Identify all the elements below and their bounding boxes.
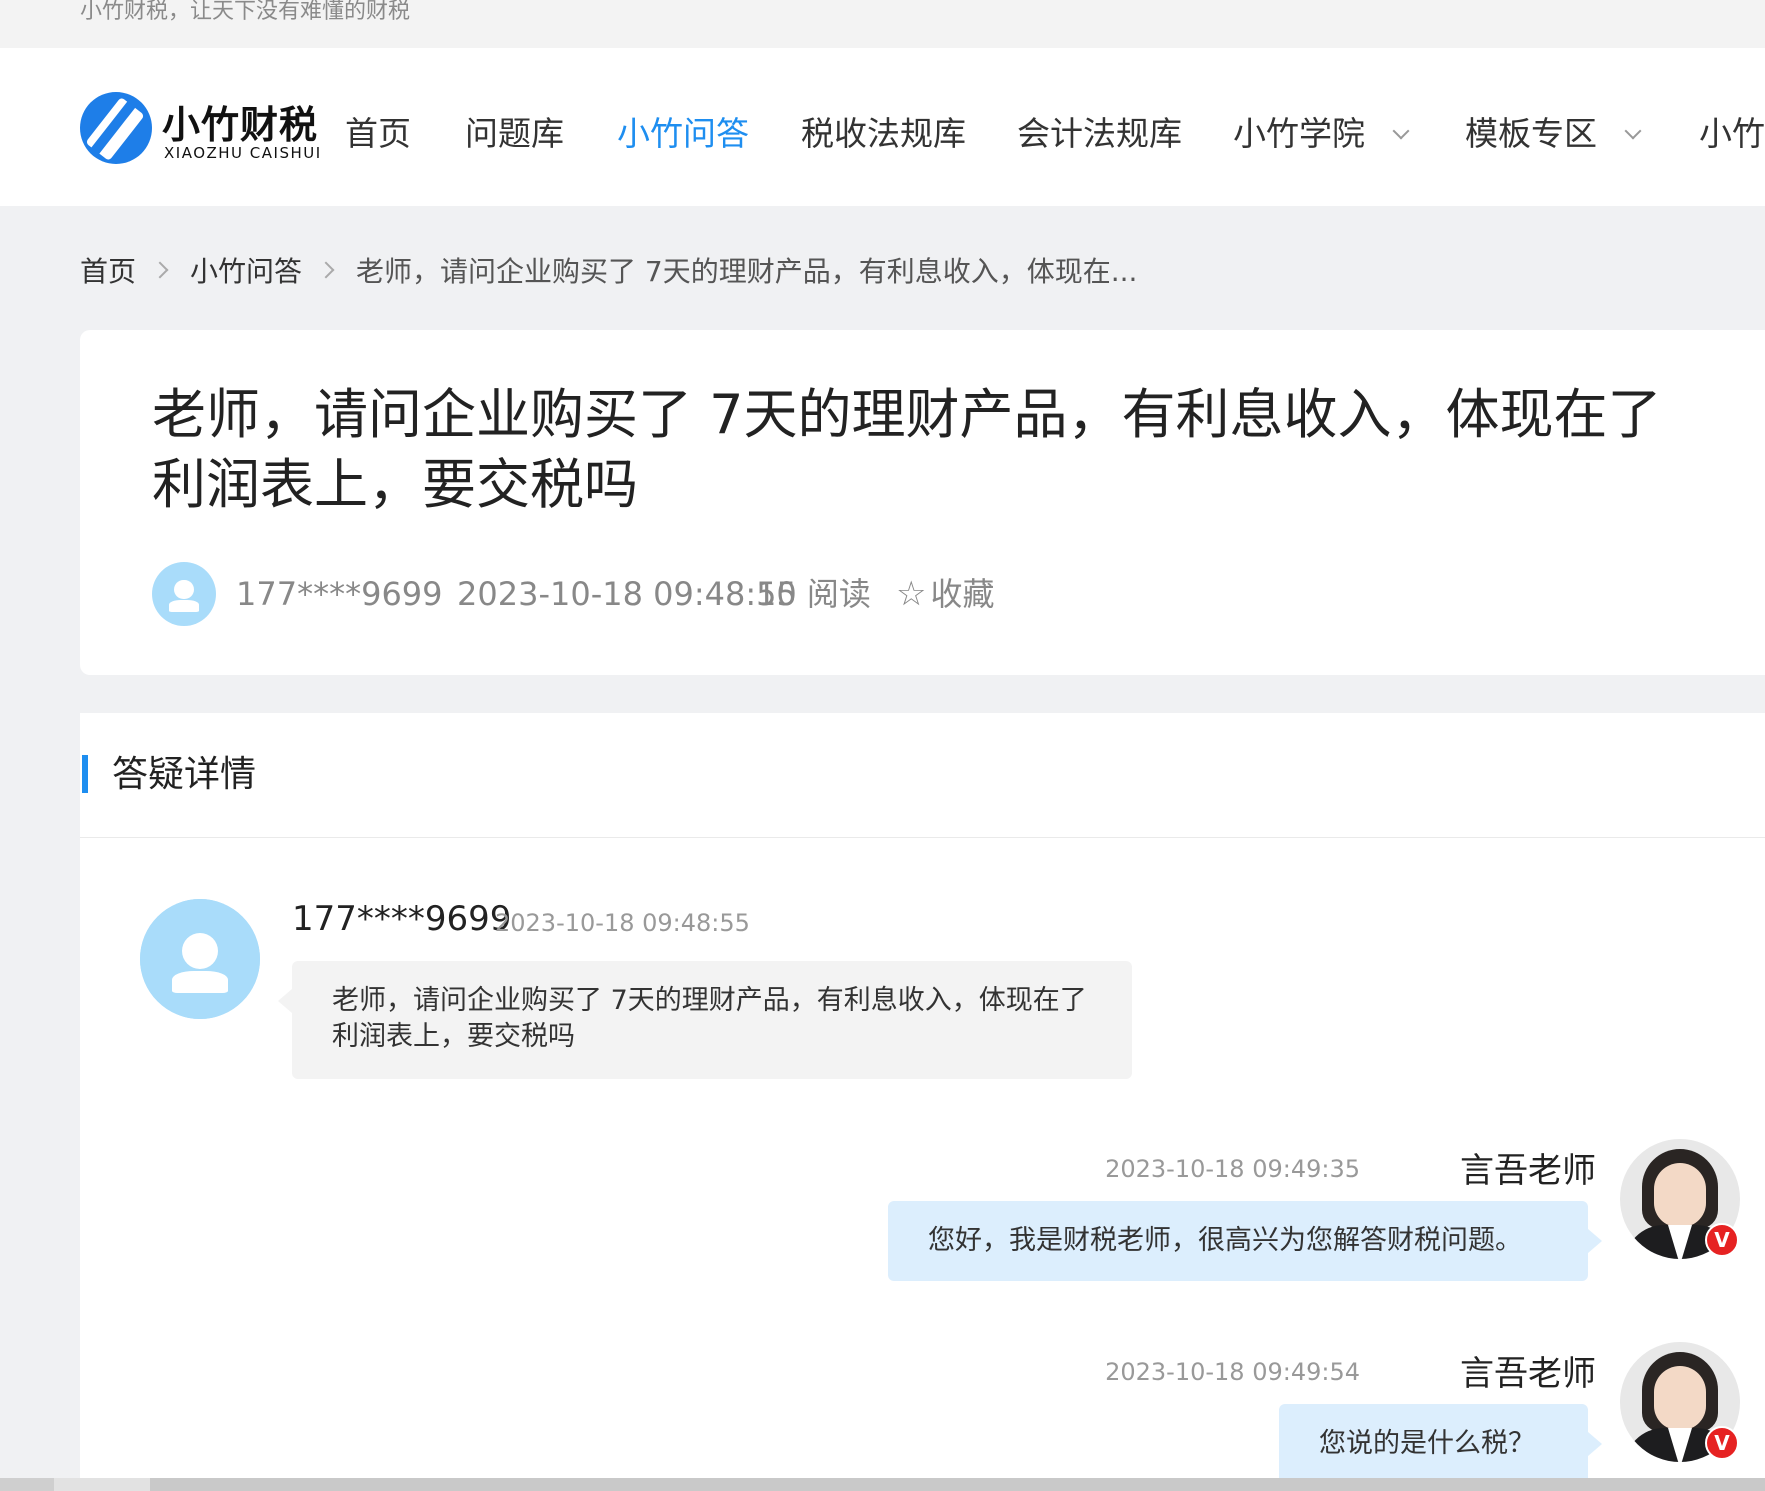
- scrollbar-thumb[interactable]: [150, 1478, 1765, 1491]
- question-time: 2023-10-18 09:48:55: [457, 575, 797, 613]
- section-accent-bar: [82, 755, 88, 793]
- section-header: 答疑详情: [80, 713, 1765, 838]
- nav-item-home[interactable]: 首页: [345, 112, 411, 156]
- horizontal-scrollbar[interactable]: [0, 1478, 1765, 1491]
- message-author: 言吾老师: [1460, 1151, 1596, 1191]
- verified-badge-icon: V: [1705, 1426, 1739, 1460]
- user-icon-body: [169, 600, 199, 612]
- nav-item-question-bank[interactable]: 问题库: [465, 112, 564, 156]
- logo-name-cn: 小竹财税: [162, 103, 319, 147]
- user-icon-head: [174, 579, 194, 600]
- user-icon-body: [172, 971, 228, 993]
- favorite-label: 收藏: [930, 575, 995, 613]
- favorite-button[interactable]: ☆ 收藏: [896, 574, 995, 614]
- scrollbar-left-button[interactable]: [0, 1478, 54, 1491]
- avatar-face: [1654, 1366, 1706, 1430]
- breadcrumb-current: 老师，请问企业购买了 7天的理财产品，有利息收入，体现在...: [356, 255, 1138, 288]
- question-author: 177****9699: [236, 575, 443, 613]
- chevron-right-icon: [317, 261, 335, 279]
- nav-item-templates[interactable]: 模板专区: [1465, 112, 1642, 156]
- user-icon-head: [182, 932, 218, 969]
- bamboo-logo-icon: [80, 92, 152, 164]
- main-navbar: 小竹财税 XIAOZHU CAISHUI 首页 问题库 小竹问答 税收法规库 会…: [0, 48, 1765, 206]
- nav-item-qa[interactable]: 小竹问答: [617, 112, 749, 156]
- chevron-down-icon: [1624, 122, 1642, 140]
- breadcrumb-qa[interactable]: 小竹问答: [190, 250, 302, 290]
- message-author: 177****9699: [292, 899, 512, 939]
- message-bubble-teacher: 您好，我是财税老师，很高兴为您解答财税问题。: [888, 1201, 1602, 1281]
- nav-item-more[interactable]: 小竹: [1699, 112, 1765, 156]
- breadcrumb: 首页 小竹问答 老师，请问企业购买了 7天的理财产品，有利息收入，体现在...: [80, 250, 1137, 290]
- message-time: 2023-10-18 09:49:35: [1105, 1155, 1360, 1183]
- question-title: 老师，请问企业购买了 7天的理财产品，有利息收入，体现在了利润表上，要交税吗: [152, 383, 1662, 516]
- star-icon: ☆: [896, 574, 927, 614]
- nav-item-tax-law[interactable]: 税收法规库: [801, 112, 966, 156]
- message-author: 言吾老师: [1460, 1354, 1596, 1394]
- message-bubble-teacher: 您说的是什么税？: [1279, 1404, 1602, 1484]
- read-count: 10 阅读: [756, 575, 871, 613]
- user-avatar: [140, 899, 260, 1019]
- site-logo[interactable]: 小竹财税 XIAOZHU CAISHUI: [80, 92, 320, 168]
- user-icon: [140, 899, 260, 1019]
- verified-badge-icon: V: [1705, 1223, 1739, 1257]
- answer-detail-card: 答疑详情 177****9699 2023-10-18 09:48:55 老师，…: [80, 713, 1765, 1491]
- message-time: 2023-10-18 09:48:55: [495, 909, 750, 937]
- logo-name-en: XIAOZHU CAISHUI: [164, 144, 322, 162]
- message-time: 2023-10-18 09:49:54: [1105, 1358, 1360, 1386]
- message-bubble-user: 老师，请问企业购买了 7天的理财产品，有利息收入，体现在了利润表上，要交税吗: [278, 961, 1132, 1079]
- avatar-face: [1654, 1163, 1706, 1227]
- chevron-down-icon: [1392, 122, 1410, 140]
- section-title: 答疑详情: [112, 754, 257, 795]
- chevron-right-icon: [151, 261, 169, 279]
- nav-item-academy[interactable]: 小竹学院: [1233, 112, 1410, 156]
- top-slogan-bar: 小竹财税，让天下没有难懂的财税: [0, 0, 1765, 48]
- question-card: 老师，请问企业购买了 7天的理财产品，有利息收入，体现在了利润表上，要交税吗 1…: [80, 330, 1765, 675]
- nav-item-accounting-law[interactable]: 会计法规库: [1017, 112, 1182, 156]
- user-avatar: [152, 562, 216, 626]
- breadcrumb-home[interactable]: 首页: [80, 250, 136, 290]
- site-slogan: 小竹财税，让天下没有难懂的财税: [80, 0, 411, 24]
